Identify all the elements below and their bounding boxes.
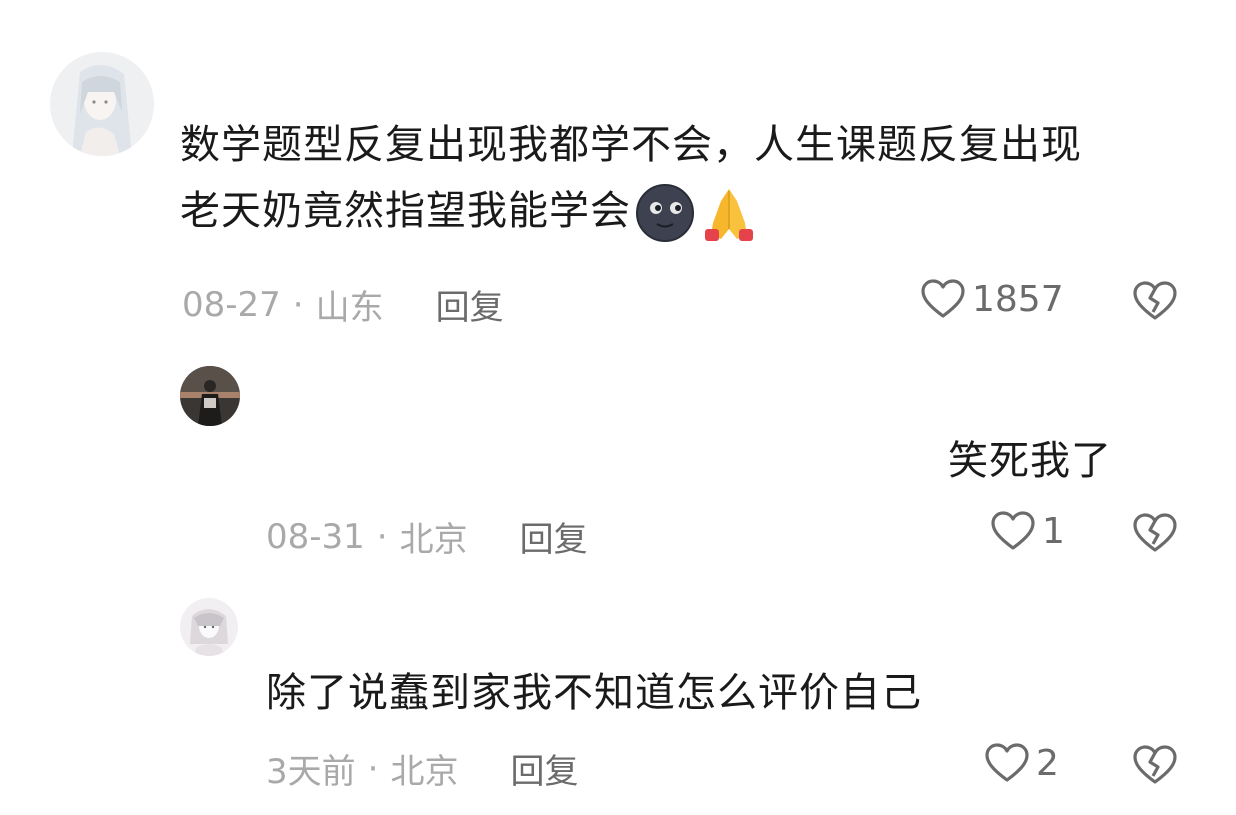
comment-text-line: 老天奶竟然指望我能学会	[180, 178, 1082, 244]
like-count: 2	[1036, 742, 1059, 784]
meta-separator: ·	[367, 748, 379, 789]
heart-outline-icon	[921, 279, 965, 318]
comment-meta: 08-31 · 北京 回复	[266, 512, 588, 561]
broken-heart-icon	[1133, 745, 1177, 784]
comment-date: 08-31	[266, 516, 365, 557]
heart-outline-icon	[991, 511, 1035, 550]
like-button[interactable]: 2	[984, 742, 1059, 784]
heart-outline-icon	[985, 743, 1029, 782]
like-count: 1857	[972, 278, 1064, 320]
reply-button[interactable]: 回复	[510, 744, 578, 793]
comment-list: 数学题型反复出现我都学不会，人生课题反复出现 老天奶竟然指望我能学会 08-27…	[0, 0, 1236, 815]
dislike-button[interactable]	[1132, 280, 1178, 322]
dislike-button[interactable]	[1132, 512, 1178, 554]
commenter-avatar[interactable]	[180, 598, 238, 656]
comment-text: 笑死我了	[948, 438, 1112, 484]
meta-separator: ·	[376, 516, 388, 557]
like-button[interactable]: 1857	[920, 278, 1064, 320]
reply-button[interactable]: 回复	[436, 280, 504, 329]
folded-hands-icon	[699, 183, 759, 243]
like-button[interactable]: 1	[990, 510, 1065, 552]
comment-date: 08-27	[182, 284, 281, 325]
comment-location: 北京	[399, 520, 468, 560]
commenter-avatar[interactable]	[50, 52, 154, 156]
comment-text: 除了说蠢到家我不知道怎么评价自己	[266, 670, 922, 716]
commenter-avatar[interactable]	[180, 366, 240, 426]
meta-separator: ·	[292, 284, 304, 325]
comment-date: 3天前	[266, 752, 356, 792]
reply-button[interactable]: 回复	[520, 512, 588, 561]
comment-text-line: 数学题型反复出现我都学不会，人生课题反复出现	[180, 122, 1082, 168]
comment-location: 北京	[390, 752, 459, 792]
broken-heart-icon	[1133, 281, 1177, 320]
dislike-button[interactable]	[1132, 744, 1178, 786]
like-count: 1	[1042, 510, 1065, 552]
comment-text: 数学题型反复出现我都学不会，人生课题反复出现 老天奶竟然指望我能学会	[180, 112, 1082, 244]
comment-location: 山东	[315, 288, 384, 328]
new-moon-face-icon	[635, 183, 695, 243]
broken-heart-icon	[1133, 513, 1177, 552]
comment-meta: 3天前 · 北京 回复	[266, 744, 578, 793]
comment-meta: 08-27 · 山东 回复	[182, 280, 504, 329]
